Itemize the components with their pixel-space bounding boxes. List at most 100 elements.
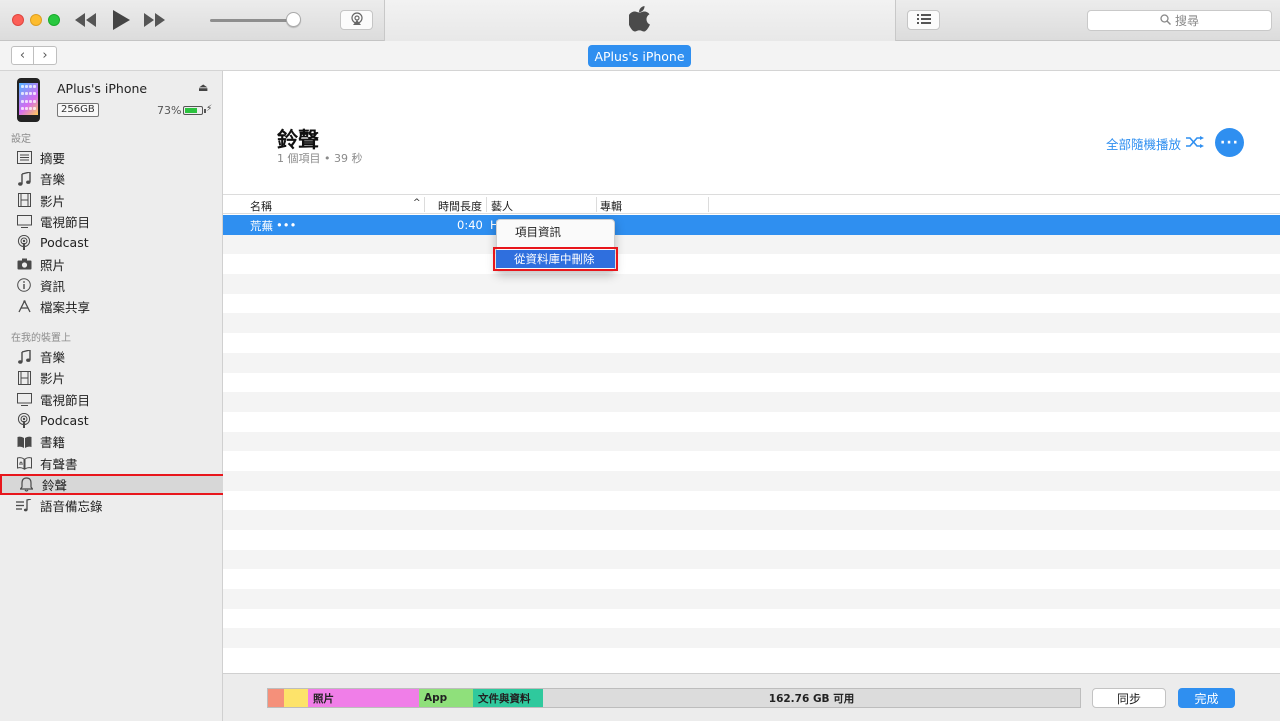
sidebar-device-music-note[interactable]: 音樂 xyxy=(0,346,223,367)
sidebar-settings-music-note[interactable]: 音樂 xyxy=(0,168,223,189)
empty-table-row xyxy=(223,333,1280,353)
sidebar-settings-tv[interactable]: 電視節目 xyxy=(0,211,223,232)
back-button[interactable]: ‹ xyxy=(11,46,34,65)
storage-segment-apps: App xyxy=(419,689,473,707)
podcast-icon xyxy=(16,412,32,428)
empty-table-row xyxy=(223,234,1280,255)
device-name: APlus's iPhone xyxy=(57,81,148,96)
search-placeholder: 搜尋 xyxy=(1174,14,1199,28)
table-row[interactable]: 荒蕪 ••• 0:40 H xyxy=(223,215,1280,235)
podcast-icon xyxy=(16,235,32,251)
empty-table-row xyxy=(223,431,1280,452)
device-button[interactable]: APlus's iPhone xyxy=(588,45,691,67)
sidebar-settings-camera[interactable]: 照片 xyxy=(0,254,223,275)
sidebar-item-label: 資訊 xyxy=(40,278,66,294)
bell-icon xyxy=(18,476,34,492)
empty-table-row xyxy=(223,392,1280,412)
airplay-icon xyxy=(350,11,364,29)
empty-table-row xyxy=(223,530,1280,550)
sidebar-settings-podcast[interactable]: Podcast xyxy=(0,232,223,253)
sidebar-item-label: 音樂 xyxy=(40,350,66,365)
more-options-button[interactable]: ··· xyxy=(1215,128,1244,157)
rewind-icon[interactable] xyxy=(74,10,98,30)
sidebar-item-label: 電視節目 xyxy=(40,392,91,408)
eject-icon[interactable]: ⏏ xyxy=(198,81,208,94)
sidebar-device-tv[interactable]: 電視節目 xyxy=(0,389,223,410)
iphone-icon xyxy=(17,78,40,122)
sidebar-device-film[interactable]: 影片 xyxy=(0,367,223,388)
apple-logo-icon xyxy=(627,6,651,35)
empty-table-row xyxy=(223,470,1280,491)
summary-icon xyxy=(16,150,32,166)
menu-item-item-info[interactable]: 項目資訊 xyxy=(497,223,614,241)
empty-table-row xyxy=(223,254,1280,274)
empty-table-row xyxy=(223,569,1280,589)
book-icon xyxy=(16,434,32,450)
device-header[interactable]: APlus's iPhone ⏏ 256GB 73% ⚡ xyxy=(0,71,223,127)
forward-button[interactable]: › xyxy=(34,46,57,65)
sidebar-settings-file-sharing[interactable]: 檔案共享 xyxy=(0,296,223,317)
sort-ascending-icon: ^ xyxy=(413,198,421,208)
sidebar-item-label: Podcast xyxy=(40,235,89,251)
airplay-button[interactable] xyxy=(340,10,373,30)
sync-button[interactable]: 同步 xyxy=(1092,688,1166,708)
page-subtitle: 1 個項目 • 39 秒 xyxy=(277,152,363,165)
close-window-button[interactable] xyxy=(12,14,24,26)
sidebar-device-audiobook[interactable]: 有聲書 xyxy=(0,453,223,474)
empty-table-row xyxy=(223,491,1280,511)
sidebar-device-podcast[interactable]: Podcast xyxy=(0,410,223,431)
row-name: 荒蕪 xyxy=(250,219,273,233)
sidebar-item-label: 摘要 xyxy=(40,151,66,166)
search-input[interactable]: 搜尋 xyxy=(1087,10,1272,31)
tv-icon xyxy=(16,213,32,229)
table-header: 名稱 ^ 時間長度 藝人 專輯 xyxy=(223,194,1280,214)
shuffle-all-button[interactable]: 全部隨機播放 xyxy=(1106,134,1205,153)
sidebar-item-label: 電視節目 xyxy=(40,214,91,230)
sidebar-settings-film[interactable]: 影片 xyxy=(0,190,223,211)
column-name[interactable]: 名稱 xyxy=(250,198,272,213)
storage-segment-photos: 照片 xyxy=(308,689,419,707)
fast-forward-icon[interactable] xyxy=(142,10,166,30)
capacity-badge: 256GB xyxy=(57,103,99,117)
sidebar-device-book[interactable]: 書籍 xyxy=(0,431,223,452)
sidebar-device-bell[interactable]: 鈴聲 xyxy=(0,473,225,495)
main-content: 鈴聲 1 個項目 • 39 秒 全部隨機播放 ··· 名稱 ^ 時間長度 藝人 … xyxy=(223,71,1280,673)
empty-table-row xyxy=(223,648,1280,668)
section-settings: 設定 xyxy=(11,134,31,145)
music-note-icon xyxy=(16,349,32,365)
sidebar-settings-info[interactable]: 資訊 xyxy=(0,275,223,296)
sidebar-device-voice-memo[interactable]: 語音備忘錄 xyxy=(0,495,223,516)
empty-table-row xyxy=(223,352,1280,373)
row-more-icon[interactable]: ••• xyxy=(276,218,296,232)
sidebar-settings-summary[interactable]: 摘要 xyxy=(0,147,223,168)
ellipsis-icon: ··· xyxy=(1220,134,1239,151)
lcd-display xyxy=(384,0,896,41)
tv-icon xyxy=(16,391,32,407)
music-note-icon xyxy=(16,171,32,187)
column-album[interactable]: 專輯 xyxy=(600,198,622,213)
zoom-window-button[interactable] xyxy=(48,14,60,26)
menu-item-delete-from-library[interactable]: 從資料庫中刪除 xyxy=(493,247,618,271)
done-button[interactable]: 完成 xyxy=(1178,688,1235,708)
empty-table-row xyxy=(223,313,1280,334)
volume-slider-knob[interactable] xyxy=(286,12,301,27)
sidebar: APlus's iPhone ⏏ 256GB 73% ⚡ 設定 摘要 音樂 影片 電視… xyxy=(0,71,225,721)
voice-memo-icon xyxy=(16,498,32,514)
play-icon[interactable] xyxy=(110,8,132,32)
column-artist[interactable]: 藝人 xyxy=(491,198,513,213)
volume-slider[interactable] xyxy=(210,19,294,22)
bottom-bar: 照片 App 文件與資料 162.76 GB 可用 同步 完成 xyxy=(223,673,1280,721)
context-menu: 項目資訊 從資料庫中刪除 xyxy=(493,219,618,272)
minimize-window-button[interactable] xyxy=(30,14,42,26)
storage-free: 162.76 GB 可用 xyxy=(543,689,1080,707)
column-duration[interactable]: 時間長度 xyxy=(438,198,482,213)
file-sharing-icon xyxy=(16,299,32,315)
battery-percent: 73% xyxy=(157,104,182,117)
sidebar-item-label: 書籍 xyxy=(40,435,66,451)
audiobook-icon xyxy=(16,455,32,471)
empty-table-row xyxy=(223,589,1280,609)
row-duration: 0:40 xyxy=(457,218,483,232)
info-icon xyxy=(16,277,32,293)
camera-icon xyxy=(16,256,32,272)
up-next-button[interactable] xyxy=(907,10,940,30)
